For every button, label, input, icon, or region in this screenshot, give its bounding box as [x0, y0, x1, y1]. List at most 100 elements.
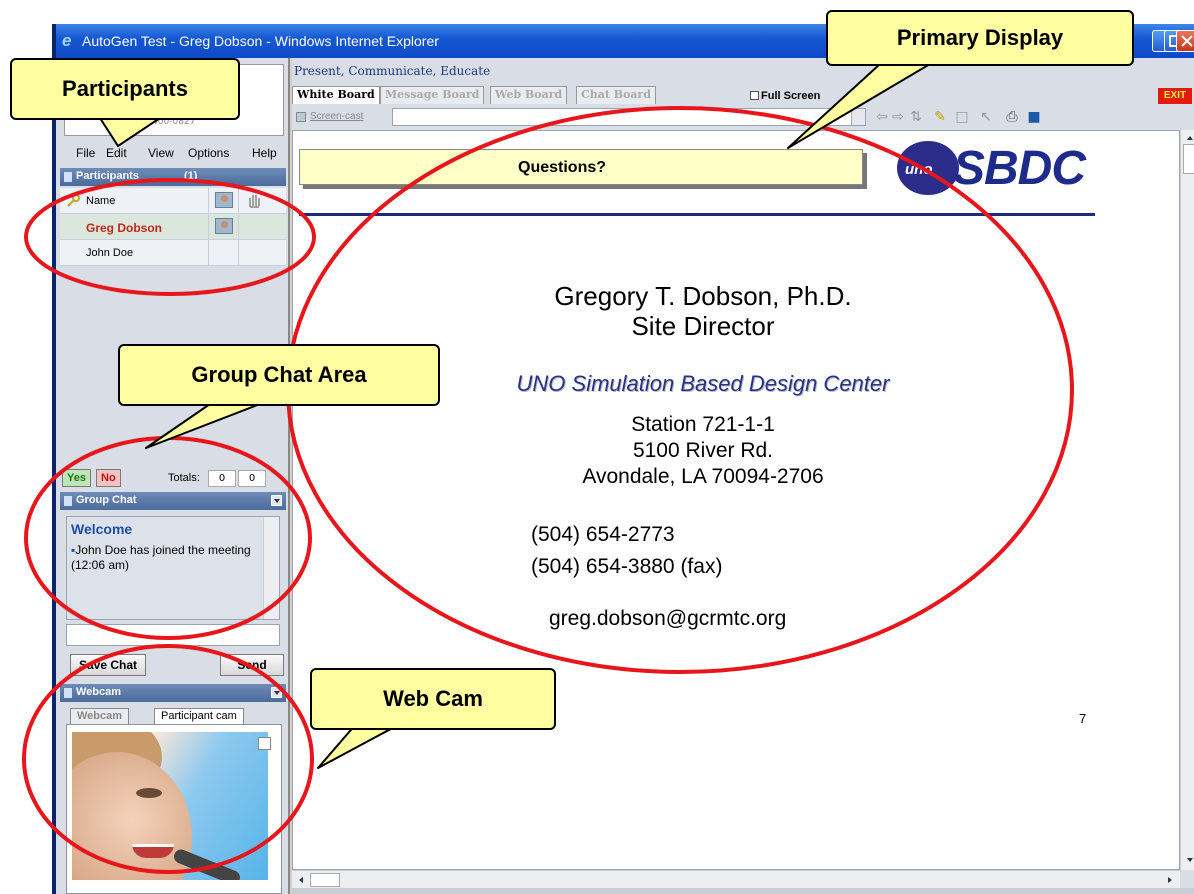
- chevron-down-icon[interactable]: [271, 495, 282, 506]
- slogan: Present, Communicate, Educate: [294, 64, 491, 78]
- forward-arrow-icon[interactable]: ⇨: [890, 109, 906, 125]
- scroll-thumb[interactable]: [310, 873, 340, 887]
- participant-row[interactable]: John Doe: [60, 240, 286, 266]
- no-total: 0: [238, 470, 266, 487]
- menu-options[interactable]: Options: [188, 146, 229, 160]
- save-icon[interactable]: ■: [1026, 109, 1042, 125]
- white-board[interactable]: Questions? uno SBDC Gregory T. Dobson, P…: [292, 130, 1180, 870]
- panel-icon: [64, 172, 72, 182]
- board-toolbar: Screen-cast ⇦ ⇨ ⇅ ✎ □ ↖ ⎙ ■: [292, 106, 1194, 128]
- address-line: 5100 River Rd.: [632, 439, 774, 462]
- sbdc-logo-text: SBDC: [953, 142, 1086, 195]
- screencast-button[interactable]: Screen-cast: [292, 108, 388, 126]
- left-panel: (504) 400-0827 File Edit View Options He…: [56, 58, 290, 894]
- menu-file[interactable]: File: [76, 146, 95, 160]
- participant-name: John Doe: [86, 247, 134, 259]
- participant-cam-cell[interactable]: [208, 214, 238, 239]
- yes-button[interactable]: Yes: [62, 469, 91, 487]
- slide-selector[interactable]: [392, 108, 866, 126]
- tab-chat-board[interactable]: Chat Board: [576, 86, 657, 104]
- chevron-down-icon[interactable]: [851, 109, 865, 125]
- chat-log[interactable]: Welcome ▪John Doe has joined the meeting…: [66, 516, 280, 620]
- chat-message-text: John Doe has joined the meeting (12:06 a…: [71, 543, 251, 572]
- close-button[interactable]: [1176, 30, 1194, 52]
- webcam-header: Webcam: [60, 684, 286, 702]
- window-title: AutoGen Test - Greg Dobson - Windows Int…: [82, 33, 439, 49]
- vertical-scrollbar[interactable]: [1180, 130, 1194, 870]
- participant-cam-cell[interactable]: [208, 240, 238, 265]
- scroll-down-icon[interactable]: [1184, 854, 1194, 866]
- webcam-eye: [136, 788, 162, 798]
- raise-hand-icon: [249, 195, 260, 208]
- participant-hand-cell[interactable]: [238, 214, 268, 239]
- highlighter-icon[interactable]: ✎: [932, 109, 948, 125]
- webcam-person-icon: [215, 218, 233, 234]
- horizontal-scrollbar[interactable]: [292, 870, 1180, 888]
- group-chat-title: Group Chat: [76, 494, 137, 506]
- scroll-up-icon[interactable]: [1184, 132, 1194, 144]
- sort-icon[interactable]: ⇅: [908, 109, 924, 125]
- tab-webcam[interactable]: Webcam: [70, 708, 130, 724]
- browser-window: e AutoGen Test - Greg Dobson - Windows I…: [52, 24, 1194, 894]
- full-screen-label: Full Screen: [761, 90, 821, 102]
- participant-hand-cell[interactable]: [238, 240, 268, 265]
- screencast-icon: [296, 112, 306, 122]
- menu-edit[interactable]: Edit: [106, 146, 127, 160]
- participants-title: Participants: [76, 170, 139, 182]
- send-button[interactable]: Send: [220, 654, 284, 676]
- divider: [299, 213, 1095, 216]
- participant-name: Greg Dobson: [86, 221, 163, 235]
- webcam-tabs: Webcam Participant cam: [66, 706, 282, 724]
- phone-number: (504) 654-2773: [531, 523, 675, 546]
- back-arrow-icon[interactable]: ⇦: [874, 109, 890, 125]
- scroll-thumb[interactable]: [1183, 144, 1194, 174]
- chat-message: ▪John Doe has joined the meeting (12:06 …: [71, 543, 261, 573]
- menu-help[interactable]: Help: [252, 146, 277, 160]
- chevron-down-icon[interactable]: [271, 687, 282, 698]
- tab-participant-cam[interactable]: Participant cam: [154, 708, 244, 724]
- scroll-right-icon[interactable]: [1164, 874, 1176, 886]
- tab-white-board[interactable]: White Board: [292, 86, 380, 104]
- participants-callout: Participants: [10, 58, 240, 120]
- column-name[interactable]: Name: [86, 195, 115, 207]
- tab-web-board[interactable]: Web Board: [490, 86, 568, 104]
- group-chat-header: Group Chat: [60, 492, 286, 510]
- sbdc-logo: uno SBDC: [897, 137, 1097, 199]
- key-icon: [67, 194, 80, 207]
- webcam-title: Webcam: [76, 686, 122, 698]
- exit-button[interactable]: EXIT: [1158, 88, 1192, 104]
- scroll-left-icon[interactable]: [295, 874, 307, 886]
- chat-input[interactable]: [66, 624, 280, 646]
- column-hand[interactable]: [238, 188, 268, 213]
- close-icon: [1181, 35, 1193, 47]
- menu-view[interactable]: View: [148, 146, 174, 160]
- banner-text: Questions?: [518, 159, 607, 176]
- participant-row[interactable]: Greg Dobson: [60, 214, 286, 240]
- full-screen-toggle[interactable]: Full Screen: [750, 90, 820, 102]
- chat-scrollbar[interactable]: [263, 517, 279, 619]
- tab-message-board[interactable]: Message Board: [380, 86, 485, 104]
- webcam-checkbox[interactable]: [258, 737, 271, 750]
- blank-page-icon[interactable]: □: [954, 109, 970, 125]
- participants-count: (1): [184, 170, 198, 182]
- chat-welcome: Welcome: [71, 521, 133, 537]
- uno-badge: uno: [905, 161, 933, 178]
- address-line: Avondale, LA 70094-2706: [582, 465, 824, 488]
- participants-table: Name Greg Dobson John Doe: [60, 188, 286, 266]
- webcam-person-icon: [215, 192, 233, 208]
- menu-bar: File Edit View Options Help: [56, 142, 290, 164]
- pointer-icon[interactable]: ↖: [978, 109, 994, 125]
- panel-icon: [64, 688, 72, 698]
- slide-page-number: 7: [1079, 711, 1087, 726]
- group-chat-callout: Group Chat Area: [118, 344, 440, 406]
- primary-display-callout: Primary Display: [826, 10, 1134, 66]
- save-chat-button[interactable]: Save Chat: [70, 654, 146, 676]
- print-icon[interactable]: ⎙: [1004, 109, 1020, 125]
- ie-icon: e: [62, 31, 72, 50]
- presenter-title: Site Director: [631, 311, 775, 341]
- webcam-video: [72, 732, 268, 880]
- presenter-name: Gregory T. Dobson, Ph.D.: [554, 281, 852, 311]
- status-bar: [292, 888, 1194, 894]
- column-cam[interactable]: [208, 188, 238, 213]
- no-button[interactable]: No: [96, 469, 121, 487]
